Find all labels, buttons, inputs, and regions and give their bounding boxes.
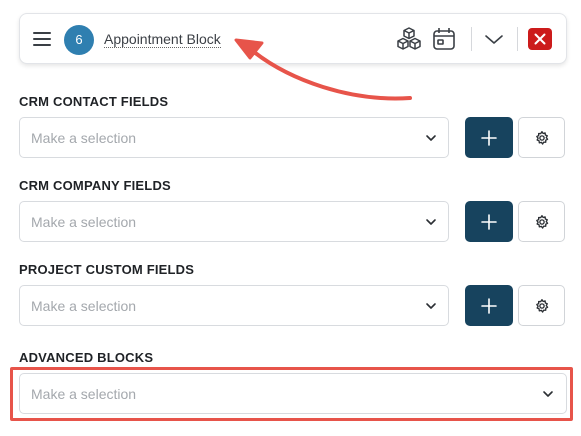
section-label-project-custom: PROJECT CUSTOM FIELDS [19, 262, 195, 277]
block-header: 6 Appointment Block [19, 13, 567, 64]
crm-company-select[interactable]: Make a selection [19, 201, 449, 242]
project-custom-settings-button[interactable] [518, 285, 565, 326]
block-title[interactable]: Appointment Block [104, 31, 221, 48]
add-project-custom-button[interactable] [465, 285, 513, 326]
section-label-crm-company: CRM COMPANY FIELDS [19, 178, 171, 193]
header-divider [517, 27, 518, 51]
select-placeholder: Make a selection [31, 386, 137, 402]
crm-contact-select[interactable]: Make a selection [19, 117, 449, 158]
crm-contact-settings-button[interactable] [518, 117, 565, 158]
chevron-down-icon [426, 219, 436, 225]
plus-icon [481, 129, 497, 146]
select-placeholder: Make a selection [31, 214, 137, 230]
chevron-down-icon[interactable] [481, 26, 507, 52]
close-button[interactable] [528, 28, 552, 50]
header-divider [471, 27, 472, 51]
close-icon [534, 33, 546, 45]
select-placeholder: Make a selection [31, 298, 137, 314]
add-crm-contact-button[interactable] [465, 117, 513, 158]
menu-icon[interactable] [33, 32, 51, 46]
chevron-down-icon [426, 303, 436, 309]
plus-icon [481, 213, 497, 230]
gear-icon [535, 214, 548, 229]
section-label-advanced-blocks: ADVANCED BLOCKS [19, 350, 154, 365]
advanced-blocks-select[interactable]: Make a selection [19, 373, 567, 414]
section-label-crm-contact: CRM CONTACT FIELDS [19, 94, 169, 109]
crm-company-settings-button[interactable] [518, 201, 565, 242]
calendar-icon[interactable] [431, 26, 457, 52]
add-crm-company-button[interactable] [465, 201, 513, 242]
plus-icon [481, 297, 497, 314]
block-number-badge: 6 [64, 25, 94, 55]
gear-icon [535, 130, 548, 145]
cubes-icon[interactable] [396, 26, 422, 52]
gear-icon [535, 298, 548, 313]
select-placeholder: Make a selection [31, 130, 137, 146]
project-custom-select[interactable]: Make a selection [19, 285, 449, 326]
chevron-down-icon [543, 391, 553, 397]
chevron-down-icon [426, 135, 436, 141]
